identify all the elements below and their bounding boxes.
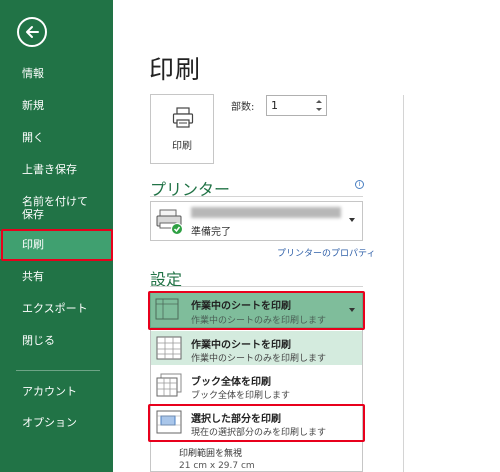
copies-value: 1	[271, 99, 278, 112]
printer-icon	[172, 107, 194, 128]
page-title: 印刷	[149, 55, 202, 84]
printer-device-icon	[156, 209, 183, 235]
sheet-icon	[155, 298, 179, 320]
copies-label: 部数:	[231, 102, 255, 113]
printer-status: 準備完了	[191, 227, 231, 238]
chevron-down-icon	[349, 308, 355, 312]
option-selection[interactable]: 選択した部分を印刷 現在の選択部分のみを印刷します	[151, 405, 362, 439]
ignore-print-area-option[interactable]: 印刷範囲を無視	[179, 446, 242, 459]
print-button-label: 印刷	[172, 141, 192, 152]
list-divider	[151, 441, 362, 442]
sidebar-item-export[interactable]: エクスポート	[0, 295, 113, 323]
sidebar-item-options[interactable]: オプション	[0, 409, 113, 437]
printer-heading-rule	[150, 196, 363, 197]
backstage-sidebar: 情報 新規 開く 上書き保存 名前を付けて 保存 印刷 共有 エクスポート 閉じ…	[0, 0, 113, 472]
sidebar-item-new[interactable]: 新規	[0, 92, 113, 120]
sidebar-item-close[interactable]: 閉じる	[0, 327, 113, 355]
settings-heading-rule	[150, 286, 363, 287]
workbook-icon	[156, 373, 182, 397]
selection-icon	[156, 410, 182, 434]
paper-size-text: 21 cm x 29.7 cm	[179, 461, 255, 471]
sidebar-divider	[16, 370, 100, 371]
print-panel: 印刷 印刷 部数: 1 プリンター i 準備完了 プリンターのプロパティ 設定	[113, 0, 500, 472]
selected-option-title: 作業中のシートを印刷	[191, 301, 291, 312]
printer-dropdown[interactable]: 準備完了	[150, 201, 363, 241]
option-subtitle: 作業中のシートのみを印刷します	[191, 354, 327, 364]
back-arrow-icon	[26, 26, 39, 38]
option-active-sheet[interactable]: 作業中のシートを印刷 作業中のシートのみを印刷します	[151, 331, 362, 365]
info-icon[interactable]: i	[355, 180, 364, 189]
option-title: 選択した部分を印刷	[191, 414, 281, 425]
option-subtitle: 現在の選択部分のみを印刷します	[191, 428, 327, 438]
sidebar-item-info[interactable]: 情報	[0, 60, 113, 88]
print-button[interactable]: 印刷	[150, 94, 214, 164]
option-subtitle: ブック全体を印刷します	[191, 391, 291, 401]
option-title: 作業中のシートを印刷	[191, 340, 291, 351]
selected-option-subtitle: 作業中のシートのみを印刷します	[191, 316, 327, 326]
chevron-down-icon	[349, 218, 355, 222]
sidebar-item-save-as[interactable]: 名前を付けて 保存	[0, 193, 113, 223]
printer-properties-link[interactable]: プリンターのプロパティ	[277, 246, 375, 259]
option-title: ブック全体を印刷	[191, 377, 271, 388]
copies-stepper[interactable]: 1	[266, 95, 327, 116]
sidebar-item-account[interactable]: アカウント	[0, 378, 113, 406]
active-sheet-icon	[156, 336, 182, 360]
option-entire-workbook[interactable]: ブック全体を印刷 ブック全体を印刷します	[151, 368, 362, 402]
back-button[interactable]	[17, 17, 47, 47]
sidebar-item-open[interactable]: 開く	[0, 124, 113, 152]
sidebar-item-print[interactable]: 印刷	[0, 231, 113, 259]
sidebar-item-share[interactable]: 共有	[0, 263, 113, 291]
print-scope-dropdown[interactable]: 作業中のシートを印刷 作業中のシートのみを印刷します	[150, 292, 363, 328]
print-scope-options: 作業中のシートを印刷 作業中のシートのみを印刷します ブック全体を印刷 ブック全…	[150, 328, 363, 472]
preview-divider	[403, 95, 404, 472]
sidebar-item-save[interactable]: 上書き保存	[0, 156, 113, 184]
printer-name-blurred	[191, 207, 341, 218]
spin-down-icon[interactable]	[314, 105, 324, 114]
